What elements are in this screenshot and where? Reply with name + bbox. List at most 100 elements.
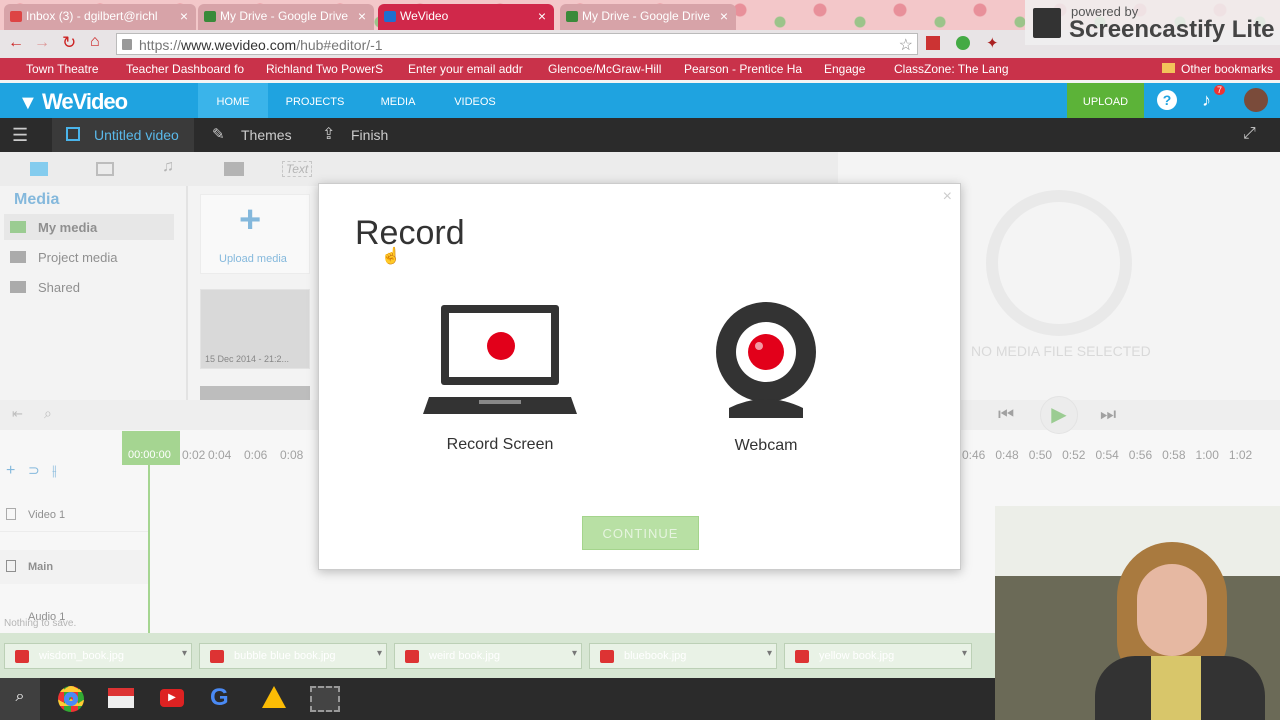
person-scarf — [1151, 656, 1201, 720]
nav-media[interactable]: MEDIA — [370, 83, 426, 118]
extension-icon[interactable] — [926, 36, 940, 50]
tab-label: WeVideo — [400, 9, 449, 23]
gmail-icon — [10, 11, 22, 22]
bookmark-label: Engage — [824, 62, 866, 76]
other-bookmarks[interactable]: Other bookmarks — [1162, 62, 1273, 76]
download-item[interactable]: yellow book.jpg ▾ — [784, 643, 972, 669]
download-item[interactable]: bubble blue book.jpg ▾ — [199, 643, 387, 669]
home-icon[interactable]: ⌂ — [90, 33, 100, 51]
nav-home[interactable]: HOME — [198, 83, 268, 118]
download-item[interactable]: wisdom_book.jpg ▾ — [4, 643, 192, 669]
url-input[interactable]: https://www.wevideo.com/hub#editor/-1 ☆ — [116, 33, 918, 55]
upload-button[interactable]: UPLOAD — [1067, 83, 1144, 118]
download-item[interactable]: weird book.jpg ▾ — [394, 643, 582, 669]
bookmark-label: Enter your email addr — [408, 62, 523, 76]
tab-label: My Drive - Google Drive — [220, 9, 349, 23]
extension-icon[interactable]: ✦ — [986, 34, 999, 52]
avatar[interactable] — [1244, 88, 1268, 112]
webcam-option[interactable]: Webcam — [689, 300, 843, 465]
chevron-down-icon[interactable]: ▾ — [377, 648, 382, 659]
google-icon[interactable]: G — [210, 684, 229, 712]
fullscreen-icon[interactable]: ⤢ — [1243, 125, 1256, 143]
browser-tab-wevideo[interactable]: WeVideo × — [378, 4, 554, 30]
bookmark-item[interactable]: Engage — [806, 62, 865, 76]
notification-badge: 7 — [1214, 85, 1226, 95]
image-file-icon — [600, 650, 614, 663]
download-filename: weird book.jpg — [429, 650, 500, 662]
nav-label: PROJECTS — [285, 96, 345, 108]
webcam-label: Webcam — [734, 437, 798, 454]
editor-toolbar: ☰ Untitled video ✎ Themes ⇪ Finish ⤢ — [0, 118, 1280, 152]
nav-label: HOME — [216, 96, 250, 108]
nav-label: VIDEOS — [454, 96, 496, 108]
bookmark-item[interactable]: Richland Two PowerS — [246, 62, 383, 76]
browser-tab-drive[interactable]: My Drive - Google Drive × — [198, 4, 374, 30]
project-title: Untitled video — [94, 127, 179, 143]
chevron-down-icon[interactable]: ▾ — [182, 648, 187, 659]
close-icon[interactable]: × — [180, 8, 188, 24]
continue-label: CONTINUE — [602, 526, 679, 541]
bookmark-item[interactable]: ClassZone: The Lang — [876, 62, 1009, 76]
bookmark-item[interactable]: Enter your email addr — [388, 62, 523, 76]
drive-icon — [566, 11, 578, 22]
help-icon[interactable]: ? — [1157, 90, 1177, 110]
webcam-preview — [995, 506, 1280, 720]
bookmark-label: Glencoe/McGraw-Hill — [548, 62, 662, 76]
nav-videos[interactable]: VIDEOS — [446, 83, 504, 118]
menu-icon[interactable]: ☰ — [12, 125, 28, 146]
close-icon[interactable]: × — [538, 8, 546, 24]
bookmark-label: Town Theatre — [26, 62, 99, 76]
close-icon[interactable]: × — [358, 8, 366, 24]
upload-label: UPLOAD — [1082, 96, 1129, 108]
bookmark-item[interactable]: Town Theatre — [8, 62, 99, 76]
folder-icon — [1162, 63, 1175, 73]
chevron-down-icon[interactable]: ▾ — [572, 648, 577, 659]
bookmark-item[interactable]: Pearson - Prentice Ha — [666, 62, 802, 76]
search-icon[interactable]: ⌕ — [0, 678, 40, 720]
upload-arrow-icon: ⇪ — [322, 126, 336, 143]
nav-projects[interactable]: PROJECTS — [278, 83, 352, 118]
download-item[interactable]: bluebook.jpg ▾ — [589, 643, 777, 669]
close-icon[interactable]: × — [943, 188, 952, 206]
browser-tab-inbox[interactable]: Inbox (3) - dgilbert@richl × — [4, 4, 196, 30]
bookmark-item[interactable]: Glencoe/McGraw-Hill — [528, 62, 661, 76]
extension-icon[interactable] — [956, 36, 970, 50]
bell-icon[interactable]: ♪ — [1202, 90, 1211, 111]
url-scheme: https:// — [139, 37, 182, 53]
browser-tab-drive-2[interactable]: My Drive - Google Drive × — [560, 4, 736, 30]
chevron-down-icon[interactable]: ▾ — [962, 648, 967, 659]
record-screen-option[interactable]: Record Screen — [415, 300, 585, 465]
video-icon[interactable] — [310, 686, 340, 712]
page-icon — [122, 39, 132, 50]
youtube-icon[interactable]: ▶ — [160, 689, 184, 707]
star-icon[interactable]: ☆ — [899, 35, 913, 55]
drive-icon — [204, 11, 216, 22]
download-filename: yellow book.jpg — [819, 650, 895, 662]
film-icon — [66, 127, 80, 141]
chrome-icon[interactable] — [58, 686, 84, 712]
wevideo-icon — [384, 11, 396, 22]
drive-icon[interactable] — [262, 686, 286, 708]
forward-icon[interactable]: → — [34, 34, 50, 52]
close-icon[interactable]: × — [720, 8, 728, 24]
project-title-tab[interactable]: Untitled video — [52, 118, 194, 152]
screencastify-brand: Screencastify Lite — [1069, 16, 1275, 43]
os-taskbar: ⌕ ▶ G — [0, 678, 995, 720]
url-path: /hub#editor/-1 — [296, 37, 383, 53]
back-icon[interactable]: ← — [8, 34, 24, 52]
bookmark-label: Teacher Dashboard fo — [126, 62, 245, 76]
film-icon — [1033, 8, 1061, 38]
gmail-icon[interactable] — [108, 688, 134, 708]
chevron-down-icon[interactable]: ▾ — [767, 648, 772, 659]
image-file-icon — [15, 650, 29, 663]
continue-button[interactable]: CONTINUE — [582, 516, 699, 550]
image-file-icon — [405, 650, 419, 663]
themes-button[interactable]: Themes — [241, 127, 292, 143]
other-bookmarks-label: Other bookmarks — [1181, 62, 1274, 76]
download-filename: wisdom_book.jpg — [39, 650, 124, 662]
wevideo-logo-icon: ▼ — [18, 92, 38, 114]
bookmark-item[interactable]: Teacher Dashboard fo — [106, 62, 244, 76]
finish-button[interactable]: Finish — [351, 127, 388, 143]
wevideo-logo[interactable]: WeVideo — [42, 89, 128, 115]
reload-icon[interactable]: ↻ — [62, 33, 76, 53]
